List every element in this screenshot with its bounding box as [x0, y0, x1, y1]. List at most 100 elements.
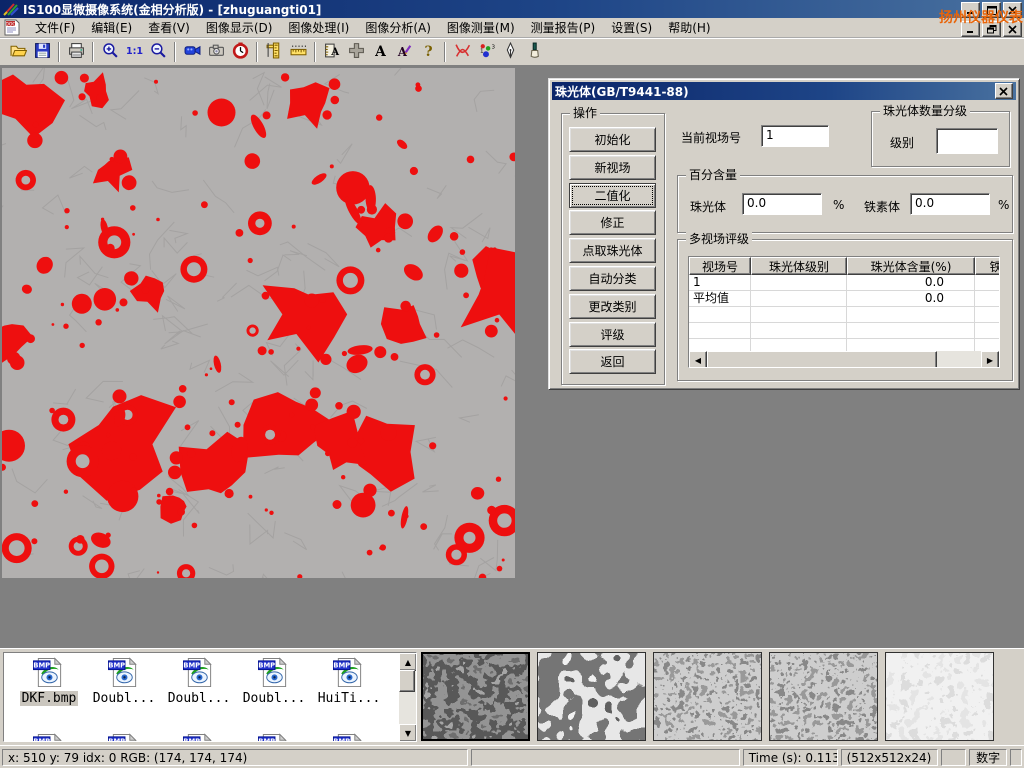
- menu-item-m[interactable]: 图像测量(M): [439, 17, 523, 38]
- scroll-thumb[interactable]: [707, 351, 937, 368]
- menu-item-f[interactable]: 文件(F): [27, 17, 83, 38]
- zoom-in-button[interactable]: [98, 41, 122, 64]
- brush-button[interactable]: [522, 41, 546, 64]
- scroll-left-button[interactable]: ◀: [689, 351, 707, 368]
- table-row[interactable]: [689, 307, 999, 323]
- svg-text:1:1: 1:1: [126, 46, 143, 57]
- app-icon: [3, 2, 19, 16]
- file-item[interactable]: BMP: [312, 733, 386, 742]
- op-button-4[interactable]: 修正: [569, 210, 656, 235]
- ruler-button[interactable]: [286, 41, 310, 64]
- metallographic-image[interactable]: [2, 68, 515, 578]
- pen-button[interactable]: [498, 41, 522, 64]
- pearlite-dialog: 珠光体(GB/T9441-88) 操作 初始化新视场二值化修正点取珠光体自动分类…: [548, 78, 1020, 390]
- mdi-close-button[interactable]: [1003, 21, 1022, 37]
- thumbnail-5[interactable]: [885, 652, 994, 741]
- toolbar-separator: [174, 42, 176, 62]
- table-cell: [751, 275, 847, 291]
- thumbnail-4[interactable]: [769, 652, 878, 741]
- file-item[interactable]: BMP DKF.bmp: [12, 657, 86, 706]
- file-item[interactable]: BMP: [12, 733, 86, 742]
- dialog-title-bar[interactable]: 珠光体(GB/T9441-88): [552, 82, 1016, 100]
- op-button-9[interactable]: 返回: [569, 349, 656, 374]
- spline-icon: [454, 42, 471, 62]
- spline-button[interactable]: [450, 41, 474, 64]
- table-cell: 1: [689, 275, 751, 291]
- timer-button[interactable]: [228, 41, 252, 64]
- table-row[interactable]: 10.0: [689, 275, 999, 291]
- menu-item-a[interactable]: 图像分析(A): [357, 17, 439, 38]
- scroll-down-button[interactable]: ▼: [399, 724, 417, 742]
- svg-text:3: 3: [491, 44, 494, 50]
- text-button[interactable]: A: [368, 41, 392, 64]
- one-to-one-icon: 1:1: [126, 42, 143, 62]
- camera-button[interactable]: [204, 41, 228, 64]
- move-cross-button[interactable]: [344, 41, 368, 64]
- table-header-2[interactable]: 珠光体级别: [751, 257, 847, 275]
- pearlite-percent-input[interactable]: 0.0: [742, 193, 822, 215]
- video-camera-button[interactable]: [180, 41, 204, 64]
- print-button[interactable]: [64, 41, 88, 64]
- file-item[interactable]: BMP: [237, 733, 311, 742]
- height-gauge-button[interactable]: [262, 41, 286, 64]
- scroll-right-button[interactable]: ▶: [981, 351, 999, 368]
- thumbnail-3[interactable]: [653, 652, 762, 741]
- table-header-1[interactable]: 视场号: [689, 257, 751, 275]
- file-item[interactable]: BMP: [87, 733, 161, 742]
- op-button-2[interactable]: 新视场: [569, 155, 656, 180]
- minimize-button[interactable]: [961, 2, 980, 18]
- table-row[interactable]: [689, 323, 999, 339]
- file-item[interactable]: BMP HuiTi...: [312, 657, 386, 706]
- edit-text-button[interactable]: A: [392, 41, 416, 64]
- menu-item-v[interactable]: 查看(V): [140, 17, 198, 38]
- menu-item-e[interactable]: 编辑(E): [83, 17, 140, 38]
- one-to-one-button[interactable]: 1:1: [122, 41, 146, 64]
- mark-points-button[interactable]: 31: [474, 41, 498, 64]
- measure-text-button[interactable]: A: [320, 41, 344, 64]
- scroll-up-button[interactable]: ▲: [399, 653, 417, 671]
- save-button[interactable]: [30, 41, 54, 64]
- file-item[interactable]: BMP Doubl...: [162, 657, 236, 706]
- table-cell: [975, 323, 1000, 339]
- table-header-4[interactable]: 铁素体含量(%): [975, 257, 1000, 275]
- ferrite-percent-input[interactable]: 0.0: [910, 193, 990, 215]
- dialog-close-button[interactable]: [995, 83, 1013, 99]
- mdi-minimize-button[interactable]: [961, 21, 980, 37]
- file-scroll-thumb[interactable]: [399, 670, 415, 692]
- file-item[interactable]: BMP Doubl...: [237, 657, 311, 706]
- toolbar-separator: [444, 42, 446, 62]
- maximize-button[interactable]: [982, 2, 1001, 18]
- open-folder-button[interactable]: [6, 41, 30, 64]
- menu-item-d[interactable]: 图像显示(D): [198, 17, 281, 38]
- file-name: Doubl...: [91, 691, 158, 706]
- op-button-8[interactable]: 评级: [569, 322, 656, 347]
- file-name: Doubl...: [241, 691, 308, 706]
- file-item[interactable]: BMP: [162, 733, 236, 742]
- op-button-3[interactable]: 二值化: [569, 183, 656, 208]
- zoom-out-button[interactable]: [146, 41, 170, 64]
- file-scrollbar[interactable]: ▲ ▼: [399, 653, 416, 741]
- menu-item-h[interactable]: 帮助(H): [660, 17, 718, 38]
- mdi-restore-button[interactable]: [982, 21, 1001, 37]
- op-button-5[interactable]: 点取珠光体: [569, 238, 656, 263]
- table-cell: 0.0: [847, 275, 975, 291]
- grade-input[interactable]: [936, 128, 998, 154]
- table-cell: [975, 275, 1000, 291]
- thumbnail-1[interactable]: [421, 652, 530, 741]
- close-button[interactable]: [1003, 2, 1022, 18]
- dialog-title: 珠光体(GB/T9441-88): [555, 83, 689, 100]
- op-button-6[interactable]: 自动分类: [569, 266, 656, 291]
- op-button-1[interactable]: 初始化: [569, 127, 656, 152]
- help-button[interactable]: ?: [416, 41, 440, 64]
- table-hscrollbar[interactable]: ◀ ▶: [689, 351, 999, 367]
- menu-item-p[interactable]: 测量报告(P): [523, 17, 604, 38]
- table-row[interactable]: 平均值0.0: [689, 291, 999, 307]
- op-button-7[interactable]: 更改类别: [569, 294, 656, 319]
- menu-item-i[interactable]: 图像处理(I): [280, 17, 357, 38]
- table-header-3[interactable]: 珠光体含量(%): [847, 257, 975, 275]
- table-cell: [751, 307, 847, 323]
- menu-item-s[interactable]: 设置(S): [603, 17, 660, 38]
- current-view-input[interactable]: 1: [761, 125, 829, 147]
- thumbnail-2[interactable]: [537, 652, 646, 741]
- file-item[interactable]: BMP Doubl...: [87, 657, 161, 706]
